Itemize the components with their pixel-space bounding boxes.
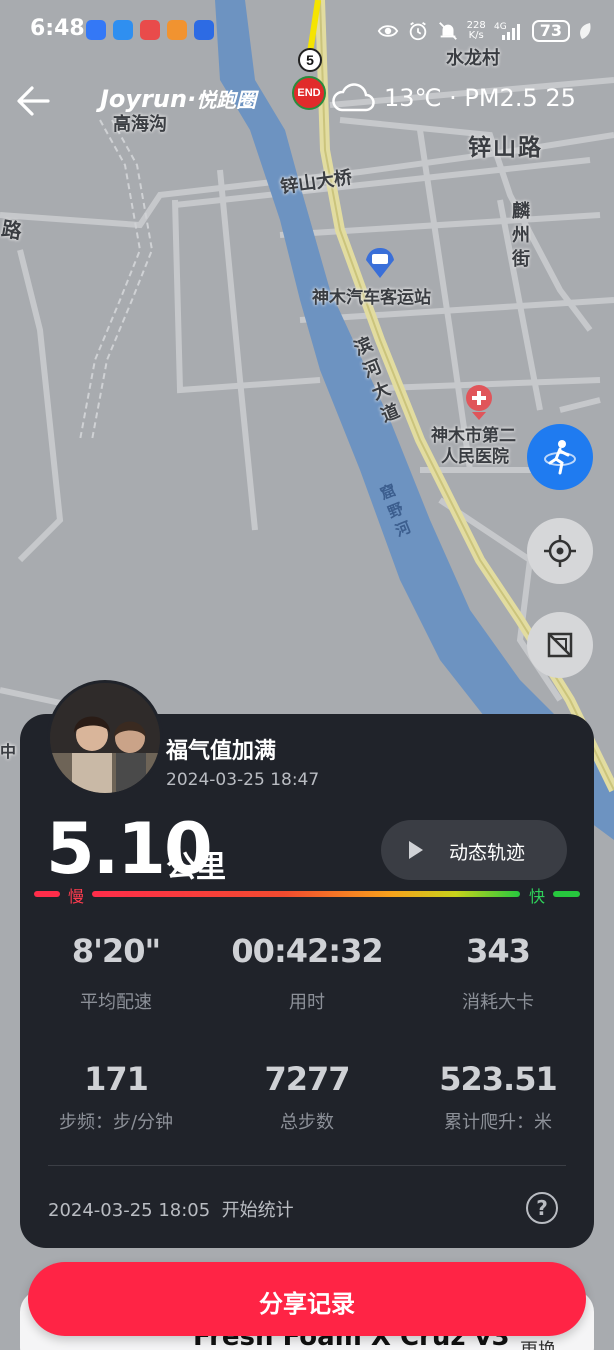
map-label-zhong: 中 [0,742,17,761]
metric-label: 用时 [289,992,325,1013]
back-button[interactable] [12,80,54,122]
bulb-app-icon [194,20,214,40]
metric-value: 7277 [264,1060,350,1098]
metric-avg-pace: 8'20" 平均配速 [26,932,206,1014]
arrow-left-icon [17,86,50,116]
cloud-app-icon [113,20,133,40]
metric-label: 步频：步/分钟 [58,1112,174,1133]
username: 福气值加满 [166,739,277,764]
metric-total-steps: 7277 总步数 [217,1060,397,1134]
metric-label: 累计爬升：米 [444,1112,552,1133]
weather-text: 13℃ · PM2.5 25 [384,84,576,112]
avatar[interactable] [47,680,163,796]
weather-info: 13℃ · PM2.5 25 [330,82,576,114]
metric-value: 343 [466,932,531,970]
distance-unit: 公里 [166,850,226,885]
metric-label: 平均配速 [80,992,152,1013]
start-time: 2024-03-25 18:05 开始统计 [48,1200,294,1221]
network-speed: 228 K/s [466,20,486,41]
svg-text:4G: 4G [494,22,507,32]
sport-mode-button[interactable] [527,424,593,490]
pace-slow-label: 慢 [68,887,85,906]
map-label-gaohaigou: 高海沟 [113,114,167,135]
run-datetime: 2024-03-25 18:47 [166,770,320,790]
map-layer-button[interactable] [527,612,593,678]
shoe-change-button[interactable]: 更换 [520,1336,556,1350]
metric-value: 523.51 [439,1060,557,1098]
battery-indicator: 73 [531,20,570,42]
metric-value: 8'20" [71,932,161,970]
metric-value: 171 [84,1060,149,1098]
map-label-hospital-line2: 人民医院 [441,447,509,467]
help-button[interactable]: ? [526,1192,558,1224]
map-label-bus-station: 神木汽车客运站 [312,288,431,308]
locate-button[interactable] [527,518,593,584]
track-playback-label: 动态轨迹 [449,842,526,864]
video-app-icon [167,20,187,40]
play-icon [409,841,423,859]
status-bar: 6:48 228 K/s 4G 73 [0,0,614,62]
track-playback-button[interactable]: 动态轨迹 [381,820,567,880]
map-label-xishanlu: 锌山路 [468,135,543,161]
runner-icon [544,440,576,475]
locate-crosshair-icon [544,535,576,567]
pace-fast-label: 快 [529,887,546,906]
divider [48,1165,566,1166]
metric-value: 00:42:32 [231,932,383,970]
bell-muted-icon [438,22,457,40]
notification-app-icon [86,20,106,40]
route-end-marker: END [292,76,326,110]
status-time: 6:48 [30,16,85,41]
metric-label: 总步数 [280,1112,334,1133]
metric-duration: 00:42:32 用时 [217,932,397,1014]
alarm-icon [409,21,426,41]
signal-icon: 4G [494,22,520,40]
metric-label: 消耗大卡 [462,992,534,1013]
eye-icon [377,25,398,37]
crop-icon [547,632,573,658]
joyrun-logo: Joyrun·悦跑圈 [100,85,257,113]
metric-elevation-gain: 523.51 累计爬升：米 [408,1060,588,1134]
share-record-button[interactable]: 分享记录 [28,1262,586,1336]
pace-gradient-bar [34,891,580,897]
cloud-icon [332,83,375,112]
metric-cadence: 171 步频：步/分钟 [26,1060,206,1134]
map-label-linzhoujie: 麟州街 [512,201,530,270]
share-record-label: 分享记录 [259,1290,355,1318]
red-app-icon [140,20,160,40]
leaf-icon [580,23,591,39]
metric-calories: 343 消耗大卡 [408,932,588,1014]
